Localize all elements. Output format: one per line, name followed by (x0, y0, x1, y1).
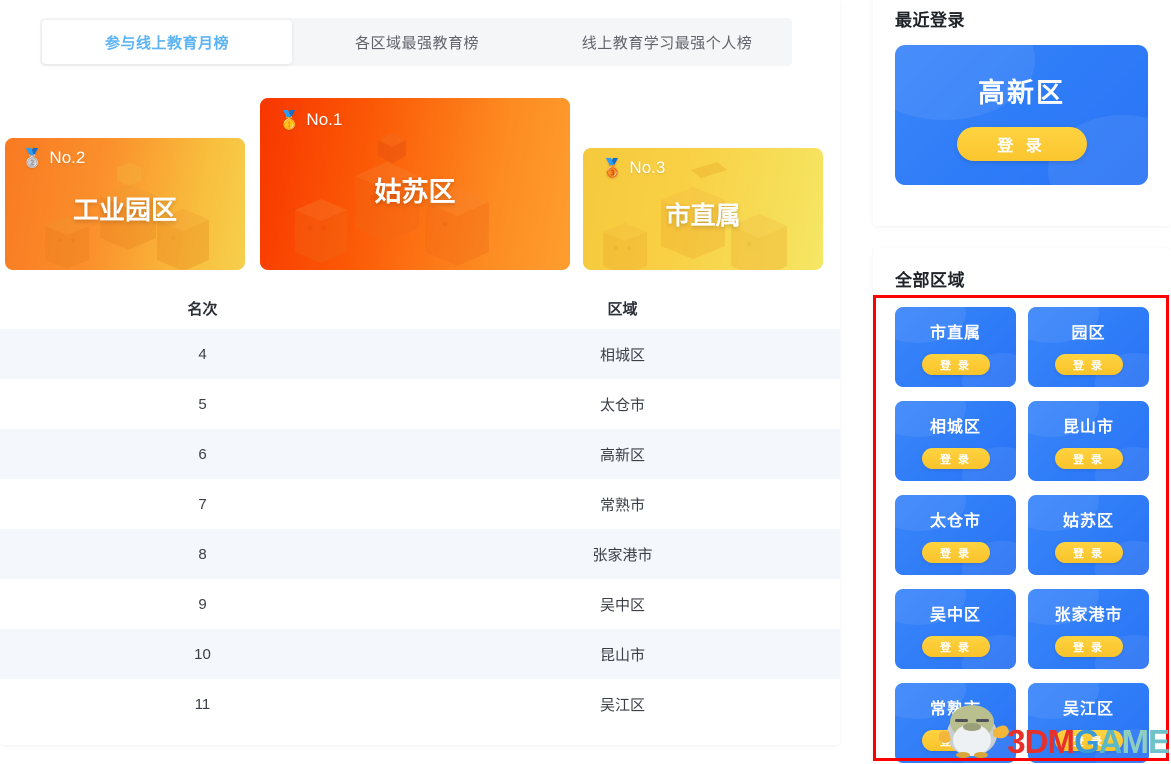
table-row[interactable]: 11 吴江区 (0, 679, 840, 729)
table-row[interactable]: 10 昆山市 (0, 629, 840, 679)
login-button[interactable]: 登 录 (922, 542, 990, 563)
table-row[interactable]: 4 相城区 (0, 329, 840, 379)
region-card[interactable]: 太仓市 登 录 (895, 495, 1016, 575)
region-card[interactable]: 张家港市 登 录 (1028, 589, 1149, 669)
podium-rank-label: No.3 (629, 158, 665, 178)
bronze-medal-icon: 🥉 (601, 159, 623, 177)
table-row[interactable]: 7 常熟市 (0, 479, 840, 529)
login-button[interactable]: 登 录 (1055, 730, 1123, 751)
region-card[interactable]: 市直属 登 录 (895, 307, 1016, 387)
tab-label: 参与线上教育月榜 (105, 32, 229, 53)
panel-recent-login: 最近登录 高新区 登 录 (873, 0, 1171, 226)
region-card[interactable]: 吴中区 登 录 (895, 589, 1016, 669)
region-card[interactable]: 吴江区 登 录 (1028, 683, 1149, 763)
tab-label: 线上教育学习最强个人榜 (582, 32, 753, 53)
region-card[interactable]: 昆山市 登 录 (1028, 401, 1149, 481)
region-card[interactable]: 园区 登 录 (1028, 307, 1149, 387)
login-button[interactable]: 登 录 (1055, 636, 1123, 657)
region-name: 张家港市 (1028, 601, 1149, 625)
login-button[interactable]: 登 录 (957, 127, 1087, 161)
login-button[interactable]: 登 录 (1055, 354, 1123, 375)
page-root: 参与线上教育月榜 各区域最强教育榜 线上教育学习最强个人榜 (0, 0, 1171, 764)
podium-rank-row: 🥇 No.1 (278, 110, 342, 130)
cell-rank: 5 (0, 396, 405, 413)
cell-area: 相城区 (405, 344, 840, 365)
podium-card-rank1[interactable]: 🥇 No.1 姑苏区 (260, 98, 570, 270)
cell-rank: 8 (0, 546, 405, 563)
podium-top3: 🥈 No.2 工业园区 (0, 98, 840, 273)
region-card[interactable]: 姑苏区 登 录 (1028, 495, 1149, 575)
region-name: 吴中区 (895, 601, 1016, 625)
podium-card-rank2[interactable]: 🥈 No.2 工业园区 (5, 138, 245, 270)
login-button[interactable]: 登 录 (1055, 448, 1123, 469)
recent-region-name: 高新区 (895, 71, 1148, 110)
podium-region-name: 姑苏区 (260, 170, 570, 209)
podium-rank-row: 🥈 No.2 (21, 148, 85, 168)
podium-rank-label: No.2 (49, 148, 85, 168)
cell-rank: 11 (0, 696, 405, 713)
region-name: 吴江区 (1028, 695, 1149, 719)
cell-rank: 9 (0, 596, 405, 613)
region-name: 相城区 (895, 413, 1016, 437)
region-grid: 市直属 登 录 园区 登 录 相城区 登 录 (895, 305, 1149, 763)
table-row[interactable]: 6 高新区 (0, 429, 840, 479)
region-name: 园区 (1028, 319, 1149, 343)
panel-title-recent: 最近登录 (895, 0, 1149, 45)
podium-rank-label: No.1 (306, 110, 342, 130)
cell-area: 太仓市 (405, 394, 840, 415)
podium-rank-row: 🥉 No.3 (601, 158, 665, 178)
cell-area: 高新区 (405, 444, 840, 465)
podium-card-rank3[interactable]: 🥉 No.3 市直属 (583, 148, 823, 270)
login-button[interactable]: 登 录 (922, 636, 990, 657)
cell-rank: 10 (0, 646, 405, 663)
table-row[interactable]: 8 张家港市 (0, 529, 840, 579)
region-name: 太仓市 (895, 507, 1016, 531)
cell-rank: 7 (0, 496, 405, 513)
ranking-tabs: 参与线上教育月榜 各区域最强教育榜 线上教育学习最强个人榜 (40, 18, 792, 66)
region-card[interactable]: 常熟市 登 录 (895, 683, 1016, 763)
gold-medal-icon: 🥇 (278, 111, 300, 129)
panel-title-all-regions: 全部区域 (895, 248, 1149, 305)
table-row[interactable]: 5 太仓市 (0, 379, 840, 429)
podium-region-name: 工业园区 (5, 190, 245, 227)
tab-individual-strongest[interactable]: 线上教育学习最强个人榜 (542, 18, 792, 66)
cell-rank: 6 (0, 446, 405, 463)
panel-all-regions: 全部区域 市直属 登 录 园区 登 录 相城区 (873, 248, 1171, 764)
cell-area: 吴中区 (405, 594, 840, 615)
region-name: 市直属 (895, 319, 1016, 343)
ranking-table: 名次 区域 4 相城区 5 太仓市 6 高新区 7 常熟市 8 张家港市 (0, 287, 840, 729)
sidebar: 最近登录 高新区 登 录 全部区域 市直属 登 录 (873, 0, 1171, 764)
tab-regional-strongest[interactable]: 各区域最强教育榜 (292, 18, 542, 66)
column-header-area: 区域 (405, 298, 840, 319)
podium-region-name: 市直属 (583, 196, 823, 232)
cell-area: 张家港市 (405, 544, 840, 565)
recent-login-card[interactable]: 高新区 登 录 (895, 45, 1148, 185)
table-header-row: 名次 区域 (0, 287, 840, 329)
cell-area: 吴江区 (405, 694, 840, 715)
login-button[interactable]: 登 录 (922, 448, 990, 469)
table-row[interactable]: 9 吴中区 (0, 579, 840, 629)
silver-medal-icon: 🥈 (21, 149, 43, 167)
region-name: 常熟市 (895, 695, 1016, 719)
cell-area: 常熟市 (405, 494, 840, 515)
login-button[interactable]: 登 录 (922, 354, 990, 375)
login-button[interactable]: 登 录 (1055, 542, 1123, 563)
tab-label: 各区域最强教育榜 (355, 32, 479, 53)
login-button[interactable]: 登 录 (922, 730, 990, 751)
cell-rank: 4 (0, 346, 405, 363)
column-header-rank: 名次 (0, 298, 405, 319)
region-name: 昆山市 (1028, 413, 1149, 437)
tab-monthly-online-education[interactable]: 参与线上教育月榜 (42, 20, 292, 64)
region-name: 姑苏区 (1028, 507, 1149, 531)
cell-area: 昆山市 (405, 644, 840, 665)
ranking-main-card: 参与线上教育月榜 各区域最强教育榜 线上教育学习最强个人榜 (0, 0, 840, 745)
region-card[interactable]: 相城区 登 录 (895, 401, 1016, 481)
